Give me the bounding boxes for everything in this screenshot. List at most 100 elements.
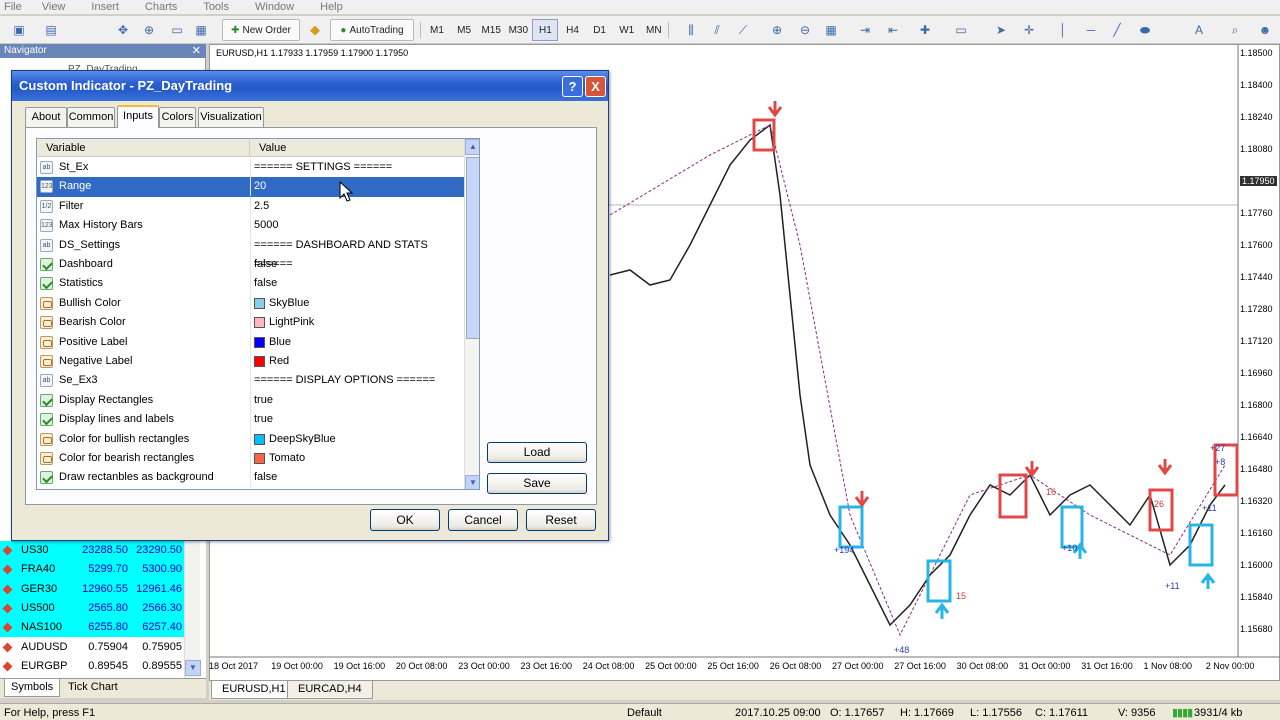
timeframe-d1[interactable]: D1: [587, 19, 613, 41]
expert-icon[interactable]: ◆: [306, 19, 324, 41]
tab-symbols[interactable]: Symbols: [4, 679, 61, 697]
input-row[interactable]: ab DS_Settings ====== DASHBOARD AND STATS …: [37, 235, 464, 270]
param-value[interactable]: false: [254, 274, 277, 293]
indicators-icon[interactable]: ✚: [914, 19, 936, 41]
input-row[interactable]: Bullish Color SkyBlue: [37, 293, 464, 313]
crosshair-icon[interactable]: ✥: [112, 19, 134, 41]
new-chart-icon[interactable]: ▣: [8, 19, 30, 41]
search-icon[interactable]: ⌕: [1224, 19, 1246, 41]
tab-colors[interactable]: Colors: [159, 107, 196, 127]
param-value[interactable]: LightPink: [269, 313, 314, 332]
ok-button[interactable]: OK: [370, 509, 440, 531]
autoscroll-icon[interactable]: ⇥: [854, 19, 876, 41]
market-row[interactable]: NAS100 6255.80 6257.40: [0, 618, 192, 638]
cursor-icon[interactable]: ➤: [990, 19, 1012, 41]
input-row[interactable]: Color for bearish rectangles Tomato: [37, 449, 464, 468]
cancel-button[interactable]: Cancel: [448, 509, 518, 531]
param-value[interactable]: true: [254, 391, 273, 410]
chart-tab[interactable]: EURUSD,H1: [211, 681, 297, 699]
grid-scrollbar[interactable]: ▲ ▼: [464, 139, 479, 489]
input-row[interactable]: ab Se_Ex3 ====== DISPLAY OPTIONS ======: [37, 371, 464, 391]
market-row[interactable]: AUDUSD 0.75904 0.75905: [0, 637, 192, 657]
tab-visualization[interactable]: Visualization: [198, 107, 264, 127]
reset-button[interactable]: Reset: [526, 509, 596, 531]
navigator-icon[interactable]: ▭: [166, 19, 188, 41]
bar-chart-icon[interactable]: ⫼: [680, 19, 702, 41]
input-row[interactable]: Display lines and labels true: [37, 410, 464, 430]
autotrading-button[interactable]: ● AutoTrading: [330, 19, 414, 41]
param-value[interactable]: 2.5: [254, 197, 269, 216]
timeframe-w1[interactable]: W1: [614, 19, 640, 41]
input-row[interactable]: Bearish Color LightPink: [37, 313, 464, 333]
market-row[interactable]: US30 23288.50 23290.50: [0, 541, 192, 561]
timeframe-mn[interactable]: MN: [641, 19, 667, 41]
menu-charts[interactable]: Charts: [145, 1, 177, 13]
param-value[interactable]: false: [254, 255, 277, 274]
tab-common[interactable]: Common: [67, 107, 115, 127]
input-row[interactable]: Statistics false: [37, 274, 464, 294]
account-icon[interactable]: ☻: [1254, 19, 1276, 41]
menu-file[interactable]: File: [4, 1, 22, 13]
menu-tools[interactable]: Tools: [203, 1, 229, 13]
timeframe-h4[interactable]: H4: [560, 19, 586, 41]
new-order-button[interactable]: ✚ New Order: [222, 19, 300, 41]
input-row[interactable]: Positive Label Blue: [37, 332, 464, 352]
input-row[interactable]: 1/2 Filter 2.5: [37, 196, 464, 216]
input-row[interactable]: Negative Label Red: [37, 352, 464, 371]
chart-tab[interactable]: EURCAD,H4: [287, 681, 373, 699]
param-value[interactable]: false: [254, 468, 277, 487]
tab-inputs[interactable]: Inputs: [117, 105, 159, 128]
market-row[interactable]: US500 2565.80 2566.30: [0, 598, 192, 619]
channel-icon[interactable]: ⬬: [1134, 19, 1156, 41]
param-value[interactable]: 20: [254, 177, 266, 196]
tab-tick-chart[interactable]: Tick Chart: [62, 679, 124, 697]
timeframe-h1[interactable]: H1: [532, 19, 559, 41]
timeframe-m5[interactable]: M5: [451, 19, 477, 41]
input-row[interactable]: Display Rectangles true: [37, 390, 464, 410]
periods-icon[interactable]: ▭: [950, 19, 972, 41]
variable-column-header[interactable]: Variable: [37, 139, 250, 157]
horizontal-line-icon[interactable]: ─: [1080, 19, 1102, 41]
param-value[interactable]: SkyBlue: [269, 294, 309, 313]
market-row[interactable]: EURGBP 0.89545 0.89555: [0, 656, 192, 677]
timeframe-m1[interactable]: M1: [424, 19, 450, 41]
load-button[interactable]: Load: [487, 442, 587, 463]
vertical-line-icon[interactable]: │: [1052, 19, 1074, 41]
scroll-down-icon[interactable]: ▼: [185, 660, 201, 676]
candles-icon[interactable]: ⫽: [706, 19, 728, 41]
param-value[interactable]: ====== DISPLAY OPTIONS ======: [254, 371, 435, 390]
input-row[interactable]: ab St_Ex ====== SETTINGS ======: [37, 158, 464, 177]
param-value[interactable]: true: [254, 410, 273, 429]
menu-view[interactable]: View: [42, 1, 66, 13]
close-icon[interactable]: ✕: [192, 44, 201, 58]
line-chart-icon[interactable]: ⟋: [732, 19, 754, 41]
input-row[interactable]: 123 Max History Bars 5000: [37, 216, 464, 236]
input-row[interactable]: 123 Range 20: [37, 177, 464, 197]
zoom-out-icon[interactable]: ⊖: [794, 19, 816, 41]
profiles-icon[interactable]: ▤: [40, 19, 62, 41]
market-row[interactable]: GER30 12960.55 12961.46: [0, 579, 192, 599]
input-row[interactable]: Dashboard false: [37, 255, 464, 274]
param-value[interactable]: Tomato: [269, 449, 305, 468]
param-value[interactable]: Blue: [269, 333, 291, 352]
zoom-in-icon[interactable]: ⊕: [766, 19, 788, 41]
text-icon[interactable]: A: [1188, 19, 1210, 41]
menu-insert[interactable]: Insert: [91, 1, 119, 13]
scroll-up-icon[interactable]: ▲: [465, 139, 479, 155]
value-column-header[interactable]: Value: [250, 139, 286, 157]
input-row[interactable]: Draw rectanbles as background false: [37, 468, 464, 488]
menu-help[interactable]: Help: [320, 1, 343, 13]
param-value[interactable]: DeepSkyBlue: [269, 430, 336, 449]
menu-window[interactable]: Window: [255, 1, 294, 13]
data-window-icon[interactable]: ▦: [190, 19, 212, 41]
trendline-icon[interactable]: ╱: [1106, 19, 1128, 41]
zoom-in-chart-icon[interactable]: ⊕: [138, 19, 160, 41]
scroll-thumb[interactable]: [466, 157, 479, 339]
market-watch-scrollbar[interactable]: ▼: [184, 540, 201, 678]
save-button[interactable]: Save: [487, 473, 587, 494]
timeframe-m30[interactable]: M30: [505, 19, 531, 41]
tile-icon[interactable]: ▦: [820, 19, 842, 41]
timeframe-m15[interactable]: M15: [478, 19, 504, 41]
chart-shift-icon[interactable]: ⇤: [882, 19, 904, 41]
crosshair-tool-icon[interactable]: ✛: [1018, 19, 1040, 41]
